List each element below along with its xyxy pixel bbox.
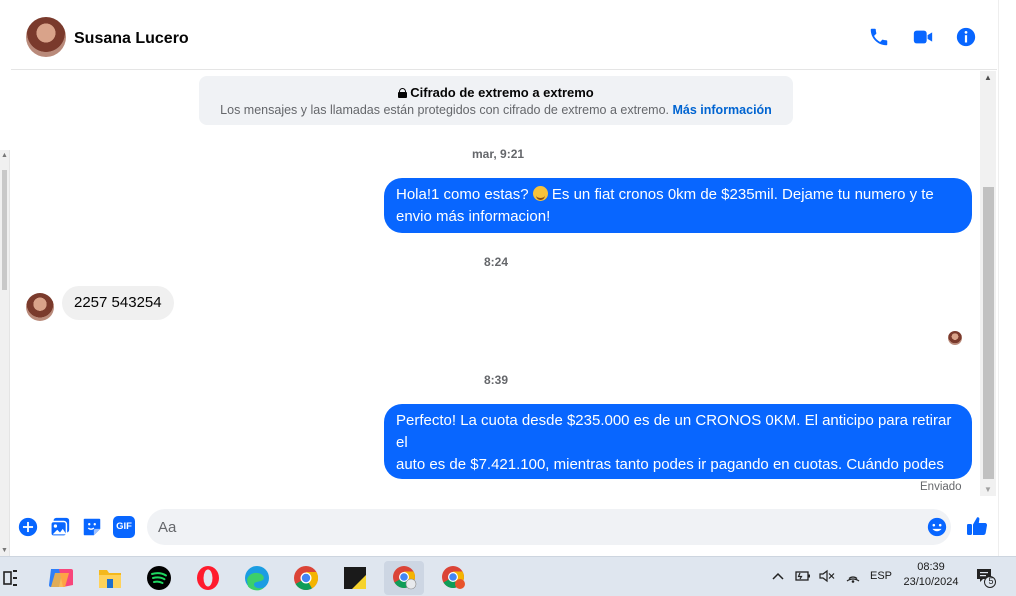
chat-scroll-thumb[interactable] — [983, 187, 994, 479]
incoming-message[interactable]: 2257 543254 — [62, 286, 174, 320]
encryption-notice: Cifrado de extremo a extremo Los mensaje… — [199, 76, 793, 125]
notification-count: 5 — [988, 576, 994, 586]
copilot-icon[interactable] — [41, 561, 81, 595]
message-text: Perfecto! La cuota desde $235.000 es de … — [396, 412, 952, 451]
right-edge — [998, 0, 1016, 556]
sticky-notes-icon[interactable] — [335, 561, 375, 595]
messenger-window: ▲ ▼ Susana Lucero Cifrado de extremo a e… — [0, 0, 1016, 556]
file-explorer-icon[interactable] — [90, 561, 130, 595]
encryption-title: Cifrado de extremo a extremo — [410, 85, 594, 100]
encryption-body: Los mensajes y las llamadas están proteg… — [220, 103, 670, 117]
timestamp: 8:24 — [484, 255, 509, 269]
clock-time: 08:39 — [917, 561, 945, 573]
message-text: Hola!1 como estas? — [396, 186, 529, 203]
lock-icon — [398, 88, 408, 98]
delivery-status: Enviado — [920, 481, 962, 493]
left-scrollbar[interactable]: ▲ ▼ — [0, 150, 10, 556]
message-text: Es un fiat cronos 0km de $235mil. Dejame… — [551, 186, 934, 203]
outgoing-message[interactable]: Hola!1 como estas? Es un fiat cronos 0km… — [384, 178, 972, 233]
sticker-icon[interactable] — [81, 516, 103, 538]
edge-icon[interactable] — [237, 561, 277, 595]
seen-indicator-avatar — [948, 331, 962, 345]
chat-scrollbar[interactable]: ▲ ▼ — [980, 71, 996, 496]
gif-label: GIF — [116, 521, 132, 532]
phone-icon[interactable] — [868, 26, 890, 48]
chat-header: Susana Lucero — [11, 0, 997, 70]
message-text: auto es de $7.421.100, mientras tanto po… — [396, 456, 944, 473]
gif-icon[interactable]: GIF — [113, 516, 135, 538]
left-scroll-thumb[interactable] — [2, 170, 7, 290]
volume-muted-icon[interactable] — [818, 568, 836, 584]
info-icon[interactable] — [955, 26, 977, 48]
outgoing-message[interactable]: Perfecto! La cuota desde $235.000 es de … — [384, 404, 972, 495]
message-text: 2257 543254 — [74, 294, 162, 311]
scroll-down-arrow[interactable]: ▼ — [1, 547, 8, 554]
wifi-icon[interactable] — [844, 568, 862, 584]
task-view-icon[interactable] — [0, 561, 40, 595]
smiling-emoji-icon — [532, 186, 548, 201]
message-text: hablar? A la mañana o a la tarde? — [396, 478, 621, 495]
gallery-icon[interactable] — [49, 516, 71, 538]
more-info-link[interactable]: Más información — [673, 103, 772, 117]
video-icon[interactable] — [912, 26, 934, 48]
spotify-icon[interactable] — [139, 561, 179, 595]
message-input-box[interactable] — [147, 509, 951, 545]
contact-avatar-small[interactable] — [26, 293, 54, 321]
message-input[interactable] — [158, 509, 918, 545]
chrome-icon[interactable] — [286, 561, 326, 595]
chevron-up-icon[interactable] — [770, 568, 786, 584]
clock-date: 23/10/2024 — [903, 576, 959, 588]
add-icon[interactable] — [17, 516, 39, 538]
timestamp: mar, 9:21 — [472, 147, 525, 161]
timestamp: 8:39 — [484, 373, 509, 387]
composer: GIF — [11, 504, 997, 552]
chrome-profile-icon[interactable] — [384, 561, 424, 595]
scroll-down-arrow[interactable]: ▼ — [984, 485, 992, 494]
like-icon[interactable] — [965, 514, 989, 538]
taskbar: ESP 08:39 23/10/2024 5 — [0, 556, 1016, 596]
opera-icon[interactable] — [188, 561, 228, 595]
emoji-icon[interactable] — [926, 516, 948, 538]
scroll-up-arrow[interactable]: ▲ — [984, 73, 992, 82]
clock[interactable]: 08:39 23/10/2024 — [892, 560, 970, 590]
contact-avatar[interactable] — [26, 17, 66, 57]
chrome-profile-2-icon[interactable] — [433, 561, 473, 595]
battery-icon[interactable] — [794, 568, 812, 584]
language-indicator[interactable]: ESP — [870, 570, 892, 582]
message-thread[interactable]: Cifrado de extremo a extremo Los mensaje… — [11, 71, 980, 504]
scroll-up-arrow[interactable]: ▲ — [1, 152, 8, 159]
message-text: envio más informacion! — [396, 208, 551, 225]
contact-name[interactable]: Susana Lucero — [74, 30, 189, 48]
